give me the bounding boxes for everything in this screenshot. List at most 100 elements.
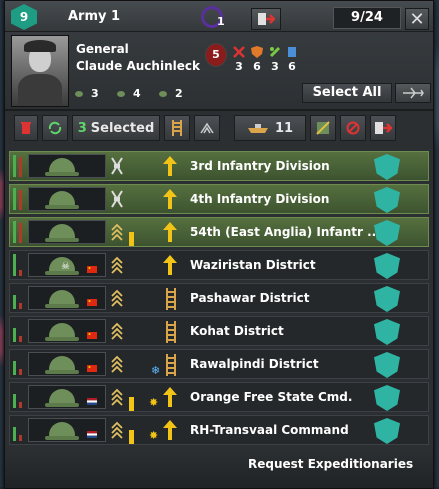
arrow-up-icon xyxy=(163,420,177,440)
logistics-icon xyxy=(288,47,296,57)
division-row[interactable]: ❄ Rawalpindi District xyxy=(9,349,429,379)
helmet-icon xyxy=(45,422,79,440)
division-name: 54th (East Anglia) Infantr ... xyxy=(190,225,381,239)
shield-icon[interactable] xyxy=(374,286,400,312)
detach-button[interactable] xyxy=(251,8,281,30)
army-name[interactable]: Army 1 xyxy=(68,9,120,24)
rank-chevron-icon xyxy=(111,256,123,274)
reinforce-button[interactable] xyxy=(42,115,68,141)
helmet-icon xyxy=(45,290,79,308)
shield-icon[interactable] xyxy=(374,418,400,444)
unit-icon-box xyxy=(28,154,106,178)
naval-transport-button[interactable]: 11 xyxy=(234,115,306,141)
close-button[interactable]: ✕ xyxy=(405,8,429,30)
shield-icon[interactable] xyxy=(374,220,400,246)
template-icon xyxy=(316,121,330,135)
experience-bar xyxy=(129,430,134,444)
unit-icon-box xyxy=(28,418,106,442)
disband-button[interactable] xyxy=(340,115,366,141)
strength-bars xyxy=(13,287,25,309)
selected-count-label: 3 Selected xyxy=(72,115,160,141)
planning-icon xyxy=(269,46,281,58)
division-row[interactable]: 4th Infantry Division xyxy=(9,184,429,214)
division-row[interactable]: Pashawar District xyxy=(9,283,429,313)
infantry-symbol-icon xyxy=(111,157,123,175)
experience-bar xyxy=(129,397,134,411)
division-row[interactable]: 3rd Infantry Division xyxy=(9,151,429,181)
exit-arrow-icon xyxy=(375,122,392,134)
division-row[interactable]: ✸ RH-Transvaal Command xyxy=(9,415,429,445)
air-support-button[interactable] xyxy=(395,83,431,103)
select-all-button[interactable]: Select All xyxy=(302,83,392,103)
china-flag-icon xyxy=(87,266,97,273)
rank-chevron-icon xyxy=(111,421,123,439)
airborne-icon xyxy=(200,122,214,134)
unit-icon-box xyxy=(28,319,106,343)
railway-icon xyxy=(166,354,176,376)
snowflake-icon: ❄ xyxy=(151,364,161,377)
rank-chevron-icon xyxy=(111,322,123,340)
strength-bars xyxy=(13,188,25,210)
arrow-up-icon xyxy=(163,255,177,275)
division-row[interactable]: 54th (East Anglia) Infantr ... xyxy=(9,217,429,247)
helmet-icon xyxy=(45,389,79,407)
division-name: Orange Free State Cmd. xyxy=(190,390,353,404)
close-icon: ✕ xyxy=(409,8,425,30)
army-panel: 9 Army 1 1 9/24 ✕ General Claude Auchinl… xyxy=(4,0,434,489)
helmet-icon xyxy=(45,224,79,242)
railway-icon xyxy=(166,321,176,343)
strength-bars xyxy=(13,221,25,243)
unit-icon-box xyxy=(28,286,106,310)
experience-bar xyxy=(129,232,134,246)
request-expeditionaries-button[interactable]: Request Expeditionaries xyxy=(248,457,413,471)
trash-icon xyxy=(21,122,31,134)
arrow-up-icon xyxy=(163,189,177,209)
logistics-skill: 6 xyxy=(284,46,300,73)
skill-level-badge: 5 xyxy=(205,43,227,67)
netherlands-flag-icon xyxy=(87,431,97,438)
railway-icon xyxy=(166,288,176,310)
shield-icon[interactable] xyxy=(374,319,400,345)
division-name: 4th Infantry Division xyxy=(190,192,330,206)
rank-chevron-icon xyxy=(111,289,123,307)
shield-icon[interactable] xyxy=(374,187,400,213)
division-name: Waziristan District xyxy=(190,258,316,272)
division-row[interactable]: ✸ Orange Free State Cmd. xyxy=(9,382,429,412)
shield-icon[interactable] xyxy=(374,253,400,279)
planning-skill: 3 xyxy=(267,46,283,73)
division-name: Pashawar District xyxy=(190,291,310,305)
division-row[interactable]: Kohat District xyxy=(9,316,429,346)
rank-chevron-icon xyxy=(111,388,123,406)
strength-bars xyxy=(13,155,25,177)
paratroop-button[interactable] xyxy=(194,115,220,141)
railway-button[interactable] xyxy=(164,115,190,141)
division-count: 9/24 xyxy=(333,7,401,29)
infantry-symbol-icon xyxy=(111,190,123,208)
division-name: Kohat District xyxy=(190,324,284,338)
skull-icon: ☠ xyxy=(61,261,70,272)
strength-bars xyxy=(13,320,25,342)
strength-bars xyxy=(13,419,25,441)
shield-icon[interactable] xyxy=(374,385,400,411)
division-row[interactable]: ☠ Waziristan District xyxy=(9,250,429,280)
command-power-value: 1 xyxy=(217,15,225,28)
china-flag-icon xyxy=(87,365,97,372)
shield-icon[interactable] xyxy=(374,154,400,180)
defense-shield-icon xyxy=(251,46,263,58)
division-name: 3rd Infantry Division xyxy=(190,159,330,173)
strength-bars xyxy=(13,254,25,276)
strength-bars xyxy=(13,353,25,375)
refresh-arrows-icon xyxy=(48,121,62,135)
delete-button[interactable] xyxy=(14,115,38,141)
ship-icon xyxy=(247,124,268,133)
plane-icon xyxy=(403,87,424,99)
split-button[interactable] xyxy=(370,115,396,141)
general-name[interactable]: Claude Auchinleck xyxy=(76,59,200,73)
shield-icon[interactable] xyxy=(374,352,400,378)
change-template-button[interactable] xyxy=(310,115,336,141)
railway-icon xyxy=(172,120,182,136)
general-portrait[interactable] xyxy=(11,35,69,107)
unit-icon-box: ☠ xyxy=(28,253,106,277)
unit-icon-box xyxy=(28,352,106,376)
helmet-icon xyxy=(45,323,79,341)
